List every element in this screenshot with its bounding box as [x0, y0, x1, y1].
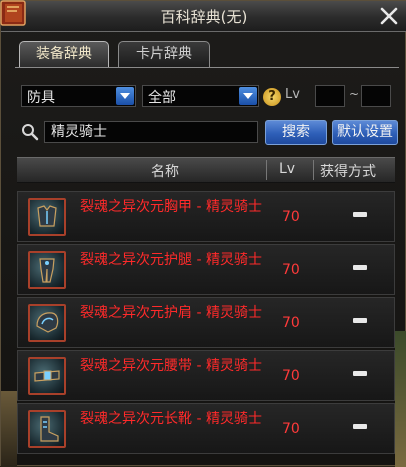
item-level: 70 — [282, 421, 300, 437]
boots-icon — [28, 410, 66, 448]
table-row[interactable]: 裂魂之异次元长靴 - 精灵骑士 70 — [17, 403, 395, 454]
encyclopedia-window: 百科辞典(无) 装备辞典 卡片辞典 防具 全部 ? Lv ~ 精灵骑士 搜索 默… — [0, 0, 406, 467]
item-name: 裂魂之异次元护肩 - 精灵骑士 — [80, 305, 262, 321]
table-row[interactable]: 裂魂之异次元护腿 - 精灵骑士 70 — [17, 244, 395, 295]
column-separator — [266, 160, 267, 180]
item-level: 70 — [282, 262, 300, 278]
acquire-method-empty — [353, 318, 367, 323]
level-label: Lv — [285, 87, 300, 102]
column-separator — [313, 160, 314, 180]
category-dropdown-value: 全部 — [148, 90, 176, 106]
table-row[interactable]: 裂魂之异次元腰带 - 精灵骑士 70 — [17, 350, 395, 401]
table-row[interactable]: 裂魂之异次元护肩 - 精灵骑士 70 — [17, 297, 395, 348]
shoulder-armor-icon — [28, 304, 66, 342]
acquire-method-empty — [353, 265, 367, 270]
table-row[interactable]: 裂魂之异次元胸甲 - 精灵骑士 70 — [17, 191, 395, 242]
close-icon[interactable] — [377, 5, 401, 27]
default-settings-button[interactable]: 默认设置 — [332, 120, 398, 145]
chevron-down-icon[interactable] — [116, 87, 134, 105]
level-min-input[interactable] — [315, 85, 345, 107]
type-dropdown-value: 防具 — [27, 90, 55, 106]
item-level: 70 — [282, 368, 300, 384]
table-header: 名称 Lv 获得方式 — [17, 157, 395, 183]
chevron-down-icon[interactable] — [239, 87, 257, 105]
column-header-lv: Lv — [279, 161, 296, 177]
category-dropdown[interactable]: 全部 — [142, 85, 259, 107]
level-max-input[interactable] — [361, 85, 391, 107]
background-scenery — [395, 331, 406, 467]
tab-divider — [15, 67, 399, 68]
item-name: 裂魂之异次元长靴 - 精灵骑士 — [80, 411, 262, 427]
tab-cards[interactable]: 卡片辞典 — [118, 41, 210, 67]
item-name: 裂魂之异次元腰带 - 精灵骑士 — [80, 358, 262, 374]
column-header-name: 名称 — [151, 164, 179, 180]
search-icon — [22, 124, 39, 141]
leg-armor-icon — [28, 251, 66, 289]
title-bar[interactable]: 百科辞典(无) — [0, 0, 406, 32]
acquire-method-empty — [353, 371, 367, 376]
item-name: 裂魂之异次元胸甲 - 精灵骑士 — [80, 199, 262, 215]
tab-equipment[interactable]: 装备辞典 — [19, 41, 109, 67]
search-button[interactable]: 搜索 — [265, 120, 327, 145]
belt-icon — [28, 357, 66, 395]
chest-armor-icon — [28, 198, 66, 236]
level-range-separator: ~ — [349, 87, 360, 101]
acquire-method-empty — [353, 212, 367, 217]
background-scenery-left — [1, 391, 17, 467]
search-input[interactable]: 精灵骑士 — [44, 121, 258, 143]
item-level: 70 — [282, 209, 300, 225]
help-icon[interactable]: ? — [263, 88, 281, 106]
type-dropdown[interactable]: 防具 — [21, 85, 136, 107]
column-header-acquire: 获得方式 — [320, 164, 376, 180]
acquire-method-empty — [353, 424, 367, 429]
window-title: 百科辞典(无) — [160, 8, 248, 26]
item-level: 70 — [282, 315, 300, 331]
item-name: 裂魂之异次元护腿 - 精灵骑士 — [80, 252, 262, 268]
